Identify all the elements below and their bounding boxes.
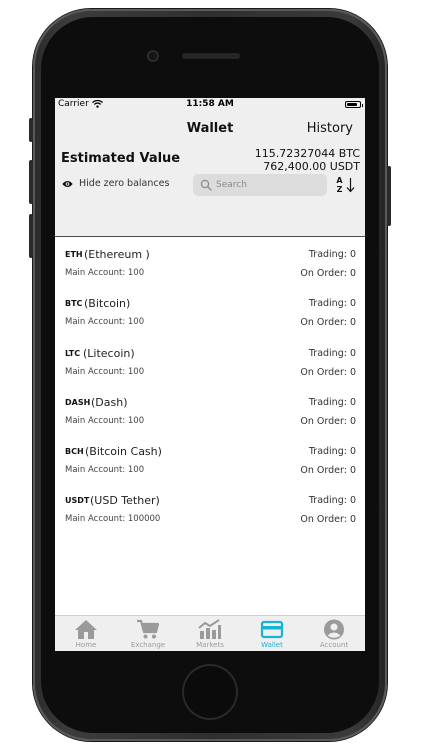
asset-main-account: Main Account: 100 — [65, 366, 145, 377]
home-icon — [75, 620, 97, 639]
list-item[interactable]: LTC (Litecoin) Trading: 0 Main Account: … — [55, 337, 365, 386]
tab-label: Exchange — [130, 641, 166, 649]
tab-home[interactable]: Home — [55, 616, 117, 651]
asset-name: (Ethereum ) — [84, 248, 150, 261]
asset-trading: Trading: 0 — [308, 495, 356, 507]
list-item[interactable]: ETH (Ethereum ) Trading: 0 Main Account:… — [55, 238, 365, 287]
battery-level — [347, 103, 358, 106]
tab-label: Markets — [196, 641, 224, 649]
tab-wallet[interactable]: Wallet — [241, 616, 303, 651]
tab-bar: Home Exchange Markets Wallet Account — [55, 615, 365, 651]
sort-az-label: A Z — [336, 176, 343, 194]
asset-name: (USD Tether) — [90, 494, 160, 508]
hide-zero-balances-label: Hide zero balances — [79, 178, 170, 189]
estimated-value-label: Estimated Value — [61, 151, 181, 166]
asset-symbol: BCH — [65, 447, 84, 457]
asset-symbol: LTC — [65, 348, 81, 358]
volume-down-button — [29, 214, 33, 258]
search-icon — [200, 179, 212, 191]
tab-exchange[interactable]: Exchange — [117, 616, 179, 651]
asset-trading: Trading: 0 — [308, 249, 356, 260]
asset-symbol: USDT — [65, 496, 90, 506]
volume-up-button — [29, 160, 33, 204]
power-button — [387, 166, 391, 226]
asset-symbol: ETH — [65, 250, 83, 259]
asset-symbol: DASH — [65, 397, 91, 407]
asset-name: (Bitcoin Cash) — [85, 445, 162, 459]
asset-on-order: On Order: 0 — [300, 317, 356, 329]
earpiece-speaker — [182, 53, 240, 59]
tab-label: Account — [319, 641, 349, 649]
chart-icon — [198, 619, 221, 639]
sort-alphabetical-button[interactable]: A Z — [335, 174, 359, 196]
status-bar: Carrier 11:58 AM — [55, 98, 365, 112]
btc-total-value: 115.72327044 BTC — [254, 147, 360, 160]
tab-account[interactable]: Account — [303, 616, 365, 651]
arrow-down-icon — [346, 178, 355, 193]
search-box[interactable] — [193, 174, 327, 196]
search-input[interactable] — [216, 180, 316, 190]
eye-icon — [62, 180, 73, 187]
wallet-header: Wallet History Estimated Value 115.72327… — [55, 112, 365, 237]
tab-label: Wallet — [261, 641, 283, 649]
tab-label: Home — [75, 641, 97, 649]
hide-zero-balances-toggle[interactable]: Hide zero balances — [62, 178, 169, 189]
silent-switch — [29, 118, 33, 142]
asset-on-order: On Order: 0 — [300, 415, 356, 427]
asset-on-order: On Order: 0 — [300, 465, 356, 477]
asset-trading: Trading: 0 — [308, 298, 356, 310]
tab-markets[interactable]: Markets — [179, 616, 241, 651]
asset-main-account: Main Account: 100 — [65, 317, 145, 328]
usdt-total-value: 762,400.00 USDT — [263, 160, 360, 173]
cart-icon — [137, 619, 160, 639]
asset-main-account: Main Account: 100000 — [65, 514, 161, 525]
home-button[interactable] — [182, 664, 238, 720]
asset-on-order: On Order: 0 — [300, 366, 356, 378]
wallet-icon — [260, 620, 284, 639]
asset-trading: Trading: 0 — [308, 396, 356, 408]
asset-trading: Trading: 0 — [308, 446, 356, 458]
asset-on-order: On Order: 0 — [300, 268, 356, 279]
asset-main-account: Main Account: 100 — [65, 465, 145, 476]
front-camera — [147, 50, 159, 62]
status-time: 11:58 AM — [186, 99, 234, 109]
history-button[interactable]: History — [307, 121, 353, 136]
asset-name: (Litecoin) — [83, 346, 135, 360]
asset-main-account: Main Account: 100 — [65, 415, 145, 426]
list-item[interactable]: BTC (Bitcoin) Trading: 0 Main Account: 1… — [55, 287, 365, 336]
asset-trading: Trading: 0 — [308, 347, 356, 359]
asset-symbol: BTC — [65, 299, 83, 309]
list-item[interactable]: USDT (USD Tether) Trading: 0 Main Accoun… — [55, 484, 365, 533]
app-screen: Carrier 11:58 AM Wallet History Estimate… — [55, 98, 365, 651]
asset-name: (Dash) — [91, 395, 128, 409]
list-item[interactable]: BCH (Bitcoin Cash) Trading: 0 Main Accou… — [55, 435, 365, 484]
asset-on-order: On Order: 0 — [300, 514, 356, 526]
account-icon — [324, 619, 344, 640]
asset-main-account: Main Account: 100 — [65, 268, 145, 278]
list-item[interactable]: DASH (Dash) Trading: 0 Main Account: 100… — [55, 386, 365, 435]
asset-list: ETH (Ethereum ) Trading: 0 Main Account:… — [55, 238, 365, 534]
battery-icon — [345, 101, 363, 108]
asset-name: (Bitcoin) — [84, 297, 131, 311]
